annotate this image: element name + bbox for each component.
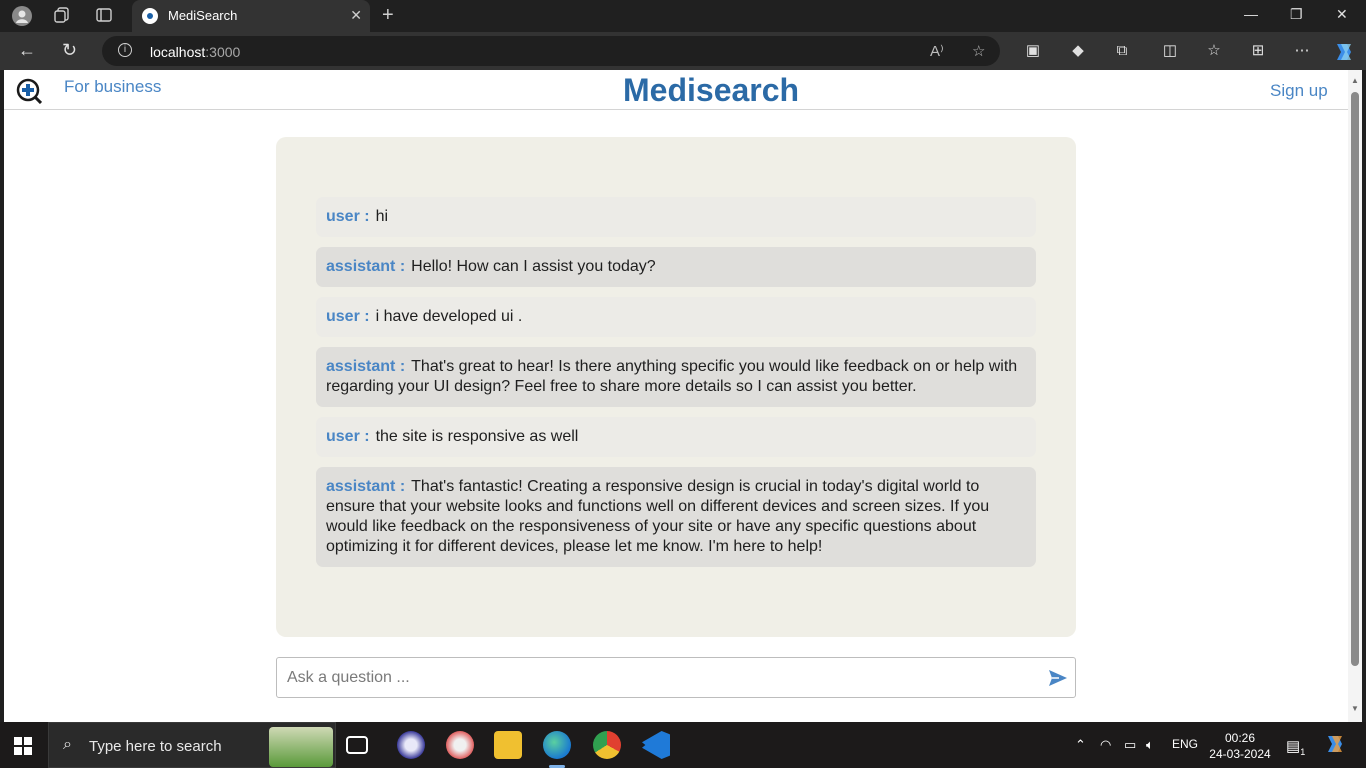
message-text: i have developed ui . <box>375 308 523 325</box>
tab-medisearch[interactable]: MediSearch ✕ <box>132 0 370 32</box>
windows-start-icon[interactable] <box>14 737 32 755</box>
message-role: assistant : <box>326 258 406 275</box>
copilot-icon[interactable] <box>1332 41 1356 61</box>
chat-message-assistant: assistant : Hello! How can I assist you t… <box>316 247 1036 287</box>
workspaces-icon[interactable] <box>52 6 72 26</box>
scroll-down-icon[interactable]: ▼ <box>1351 704 1359 713</box>
taskbar-search-box[interactable]: ⌕ Type here to search <box>48 722 336 768</box>
clock-time: 00:26 <box>1224 731 1256 745</box>
refresh-icon[interactable]: ↻ <box>62 40 77 61</box>
read-aloud-icon[interactable]: A⁾ <box>930 42 944 60</box>
site-info-icon[interactable]: i <box>118 43 132 57</box>
chrome-browser-icon[interactable] <box>593 731 621 759</box>
restore-icon[interactable]: ❐ <box>1290 6 1303 23</box>
profile-icon[interactable] <box>12 6 32 26</box>
search-highlight-image <box>269 727 333 767</box>
battery-icon[interactable]: ▭ <box>1124 737 1136 753</box>
extensions-icon[interactable]: ⧉ <box>1112 41 1132 61</box>
send-icon[interactable] <box>1047 667 1069 689</box>
search-icon: ⌕ <box>63 736 72 753</box>
address-bar[interactable]: i localhost:3000 A⁾ ☆ <box>102 36 1000 66</box>
taskbar-search-text: Type here to search <box>89 738 222 755</box>
network-icon[interactable]: ◠ <box>1100 737 1111 753</box>
edge-browser-icon[interactable] <box>543 731 571 768</box>
message-role: assistant : <box>326 358 406 375</box>
back-icon[interactable]: ← <box>18 40 36 61</box>
close-tab-icon[interactable]: ✕ <box>350 7 362 24</box>
chat-message-assistant: assistant : That's fantastic! Creating a … <box>316 467 1036 567</box>
chat-panel: user : hi assistant : Hello! How can I ass… <box>276 137 1076 637</box>
page-scrollbar[interactable]: ▲ ▼ <box>1348 70 1362 722</box>
medisearch-favicon-icon <box>142 8 158 24</box>
file-explorer-icon[interactable] <box>494 731 522 759</box>
minimize-icon[interactable]: — <box>1244 6 1258 22</box>
taskbar-clock[interactable]: 00:26 24-03-2024 <box>1208 730 1272 762</box>
notification-count: 1 <box>1300 747 1306 757</box>
browser-tab-strip: MediSearch ✕ + — ❐ ✕ <box>0 0 1366 32</box>
question-input-box <box>276 657 1076 698</box>
message-text: the site is responsive as well <box>375 428 579 445</box>
message-role: assistant : <box>326 478 406 495</box>
message-text: That's fantastic! Creating a responsive … <box>326 478 990 555</box>
message-text: That's great to hear! Is there anything … <box>326 358 1018 395</box>
favorite-star-icon[interactable]: ☆ <box>972 42 985 60</box>
scrollbar-thumb[interactable] <box>1351 92 1359 666</box>
medisearch-logo-icon[interactable] <box>16 78 42 104</box>
show-hidden-icons-icon[interactable]: ⌃ <box>1075 737 1086 753</box>
favorites-icon[interactable]: ☆ <box>1204 41 1224 61</box>
task-view-icon[interactable] <box>346 736 368 754</box>
sign-up-link[interactable]: Sign up <box>1270 81 1328 101</box>
scroll-up-icon[interactable]: ▲ <box>1351 76 1359 85</box>
close-window-icon[interactable]: ✕ <box>1336 6 1348 23</box>
split-screen-icon[interactable]: ◫ <box>1160 41 1180 61</box>
screen-cast-icon[interactable]: ▣ <box>1023 41 1043 61</box>
question-input[interactable] <box>287 664 1037 692</box>
notifications-icon[interactable]: ▤1 <box>1286 737 1305 757</box>
chat-message-assistant: assistant : That's great to hear! Is ther… <box>316 347 1036 407</box>
vscode-icon[interactable] <box>642 731 670 759</box>
message-role: user : <box>326 208 370 225</box>
site-header: For business Medisearch Sign up <box>4 70 1348 110</box>
page-viewport: For business Medisearch Sign up user : hi… <box>4 70 1362 722</box>
volume-icon[interactable]: 🔈︎ <box>1146 737 1154 753</box>
tab-actions-icon[interactable] <box>94 6 114 26</box>
browser-toolbar: ← ↻ i localhost:3000 A⁾ ☆ ▣ ◆ ⧉ ◫ ☆ ⊞ ⋯ <box>0 32 1366 70</box>
message-text: hi <box>375 208 389 225</box>
copilot-taskbar-icon[interactable] <box>1324 733 1346 758</box>
message-role: user : <box>326 308 370 325</box>
message-text: Hello! How can I assist you today? <box>411 258 656 275</box>
language-indicator[interactable]: ENG <box>1172 737 1198 751</box>
chat-message-user: user : i have developed ui . <box>316 297 1036 337</box>
message-role: user : <box>326 428 370 445</box>
more-menu-icon[interactable]: ⋯ <box>1292 41 1312 61</box>
chat-message-user: user : hi <box>316 197 1036 237</box>
extension-pin-icon[interactable]: ◆ <box>1068 41 1088 61</box>
new-tab-icon[interactable]: + <box>382 4 394 27</box>
page-title: Medisearch <box>623 72 800 108</box>
paint-app-icon[interactable] <box>446 731 474 759</box>
tab-title: MediSearch <box>168 8 238 23</box>
windows-taskbar: ⌕ Type here to search ⌃ ◠ ▭ 🔈︎ ENG 00:26… <box>0 722 1366 768</box>
clock-date: 24-03-2024 <box>1209 747 1271 761</box>
for-business-link[interactable]: For business <box>64 77 161 97</box>
chat-message-user: user : the site is responsive as well <box>316 417 1036 457</box>
vpn-app-icon[interactable] <box>397 731 425 759</box>
collections-icon[interactable]: ⊞ <box>1248 41 1268 61</box>
url-text: localhost:3000 <box>150 44 241 60</box>
